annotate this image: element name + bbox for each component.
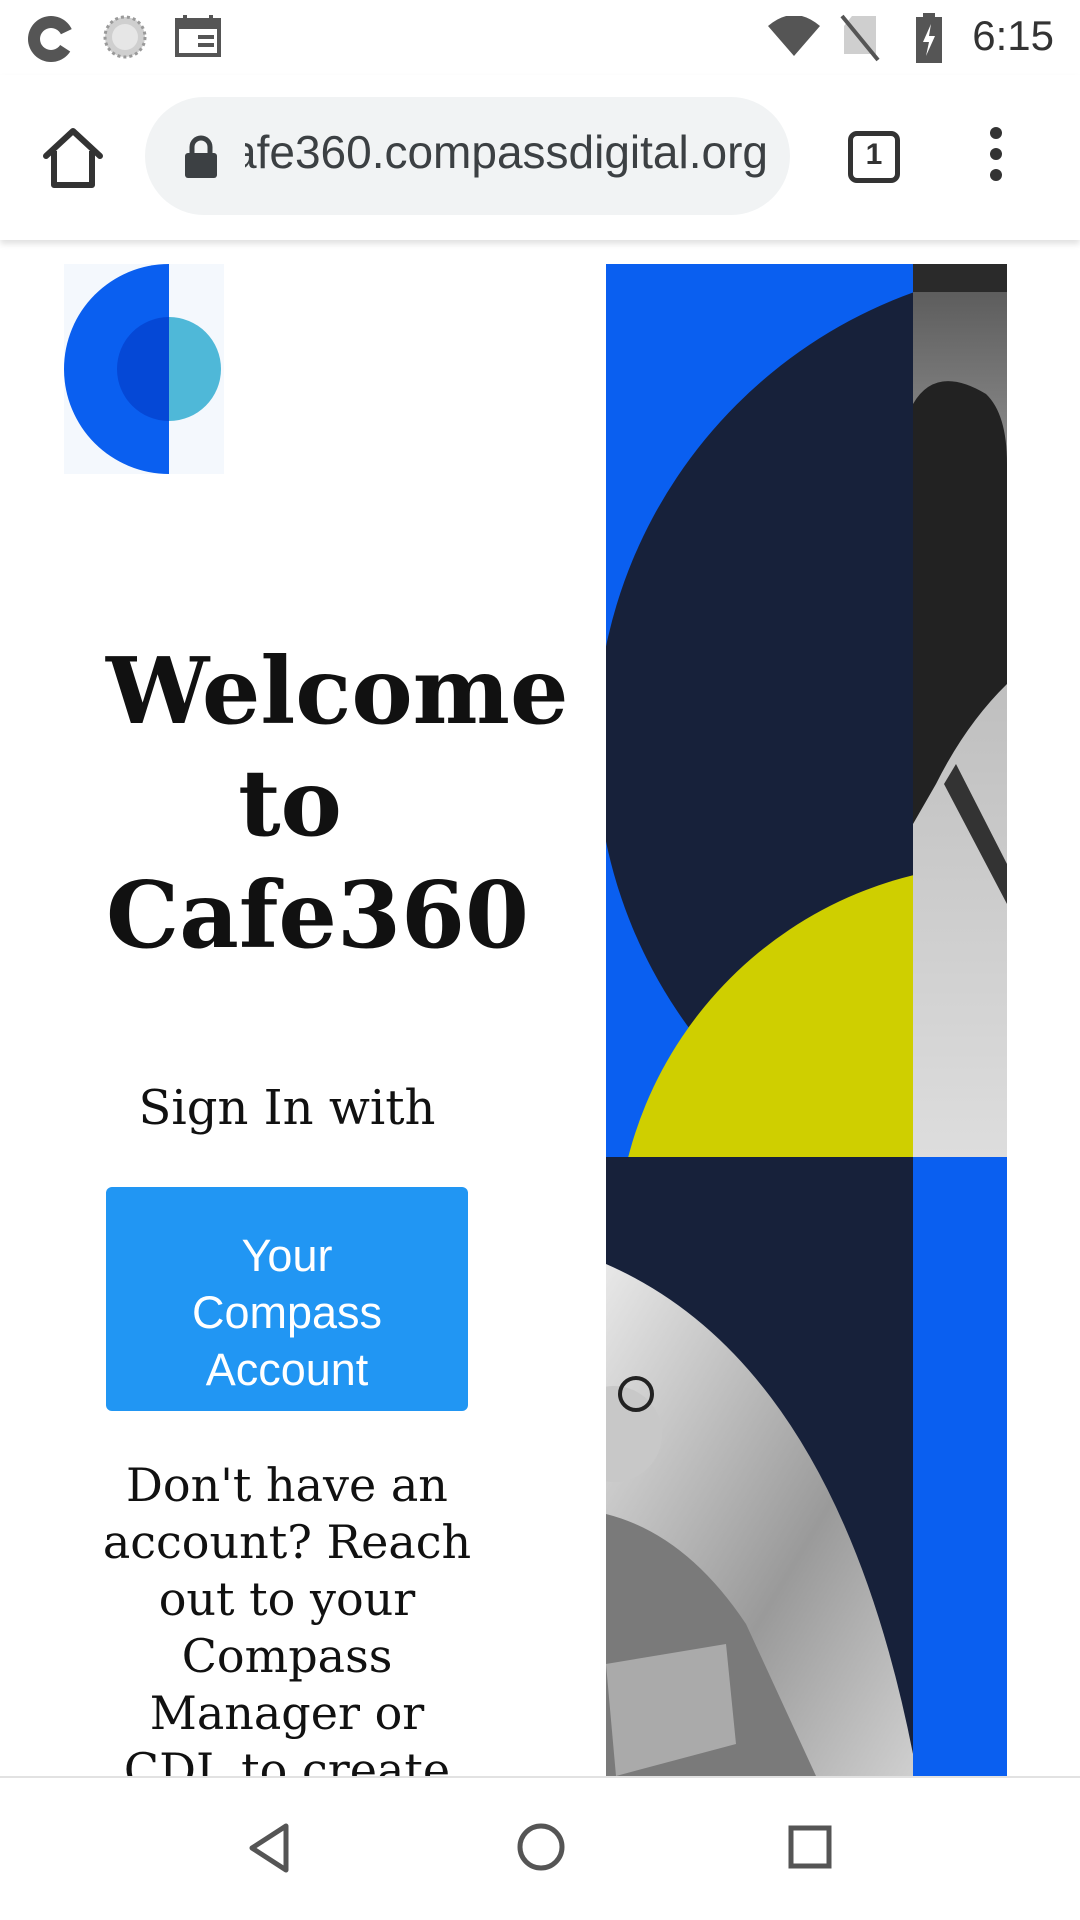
cafe360-logo bbox=[64, 264, 224, 474]
tab-count: 1 bbox=[865, 138, 883, 171]
home-icon[interactable] bbox=[38, 123, 108, 193]
calendar-icon bbox=[175, 15, 221, 57]
welcome-line: Cafe360 bbox=[106, 861, 529, 969]
address-bar[interactable]: cafe360.compassdigital.org bbox=[145, 97, 790, 215]
loading-icon bbox=[103, 15, 147, 59]
lock-icon[interactable] bbox=[183, 135, 219, 179]
no-sim-icon bbox=[840, 14, 880, 62]
battery-charging-icon bbox=[916, 13, 942, 63]
compass-account-button[interactable]: Your Compass Account bbox=[106, 1187, 468, 1411]
status-time: 6:15 bbox=[972, 12, 1054, 59]
status-bar: 6:15 bbox=[0, 0, 1080, 75]
wifi-icon bbox=[768, 16, 820, 56]
recents-icon[interactable] bbox=[787, 1824, 833, 1870]
app-notification-icon bbox=[28, 16, 74, 62]
home-icon[interactable] bbox=[516, 1822, 566, 1872]
system-nav-bar bbox=[0, 1776, 1080, 1920]
web-content: Welcome to Cafe360 Sign In with Your Com… bbox=[0, 240, 1080, 1776]
more-vert-icon[interactable] bbox=[978, 127, 1014, 187]
back-icon[interactable] bbox=[246, 1822, 292, 1874]
hero-illustration bbox=[606, 264, 1007, 1776]
sign-in-label: Sign In with bbox=[138, 1080, 436, 1136]
url-text[interactable]: cafe360.compassdigital.org bbox=[245, 125, 768, 179]
welcome-line: to bbox=[238, 749, 342, 857]
welcome-heading: Welcome to Cafe360 bbox=[70, 635, 569, 971]
tab-switcher-button[interactable]: 1 bbox=[848, 131, 900, 183]
browser-toolbar: cafe360.compassdigital.org 1 bbox=[0, 75, 1080, 240]
no-account-text: Don't have an account? Reach out to your… bbox=[102, 1458, 472, 1776]
welcome-line: Welcome bbox=[106, 637, 569, 745]
